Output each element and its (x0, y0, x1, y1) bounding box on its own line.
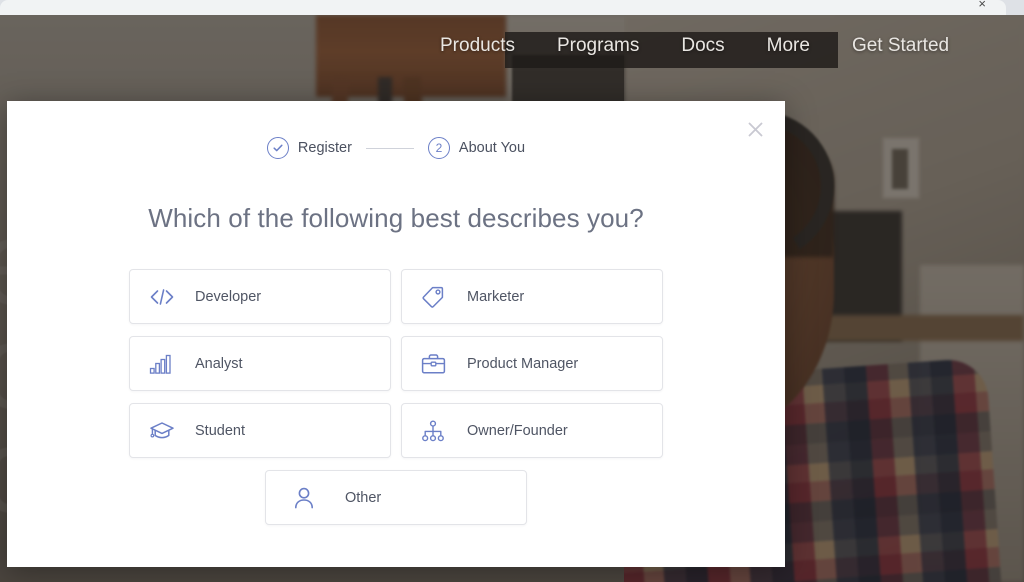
option-analyst-label: Analyst (195, 355, 243, 372)
option-other-label: Other (345, 489, 382, 506)
option-developer-label: Developer (195, 288, 262, 305)
check-circle-icon (266, 137, 289, 159)
number-circle-icon: 2 (427, 137, 450, 159)
option-analyst[interactable]: Analyst (129, 336, 391, 391)
option-marketer[interactable]: Marketer (401, 269, 663, 324)
graduation-cap-icon (149, 418, 179, 444)
modal-title: Which of the following best describes yo… (148, 203, 644, 233)
option-product-manager[interactable]: Product Manager (401, 336, 663, 391)
nav-item-docs[interactable]: Docs (681, 35, 724, 57)
step-register[interactable]: Register (266, 137, 352, 159)
role-options-last-row: Other (129, 470, 663, 525)
screen: × e o c (0, 0, 1024, 582)
nav-item-programs[interactable]: Programs (557, 35, 639, 57)
option-owner-founder-label: Owner/Founder (467, 422, 568, 439)
option-student-label: Student (195, 422, 245, 439)
option-student[interactable]: Student (129, 403, 391, 458)
nav-get-started-button[interactable]: Get Started (852, 35, 949, 57)
site-navigation: Products Programs Docs More Get Started (0, 15, 1024, 77)
progress-stepper: Register 2 About You (7, 101, 785, 159)
user-icon (293, 485, 323, 511)
check-icon (273, 144, 283, 152)
close-icon (748, 122, 762, 136)
browser-chrome: × (0, 0, 1024, 15)
briefcase-icon (421, 351, 451, 377)
option-marketer-label: Marketer (467, 288, 525, 305)
stepper-connector (365, 147, 414, 149)
step-about-you[interactable]: 2 About You (427, 137, 526, 159)
modal-close-button[interactable] (741, 115, 769, 143)
role-options-grid: Developer Marketer Analyst Product Manag… (129, 269, 663, 458)
option-owner-founder[interactable]: Owner/Founder (401, 403, 663, 458)
step-register-label: Register (297, 140, 352, 156)
org-chart-icon (421, 418, 451, 444)
tag-icon (421, 284, 451, 310)
about-you-modal: Register 2 About You Which of the follow… (7, 101, 785, 567)
option-developer[interactable]: Developer (129, 269, 391, 324)
option-product-manager-label: Product Manager (467, 355, 579, 372)
bar-chart-icon (149, 351, 179, 377)
step-about-you-label: About You (458, 140, 526, 156)
tab-close-icon[interactable]: × (978, 0, 986, 11)
nav-item-more[interactable]: More (767, 35, 810, 57)
code-icon (149, 284, 179, 310)
nav-item-products[interactable]: Products (440, 35, 515, 57)
option-other[interactable]: Other (265, 470, 527, 525)
browser-tab[interactable]: × (0, 0, 1006, 15)
